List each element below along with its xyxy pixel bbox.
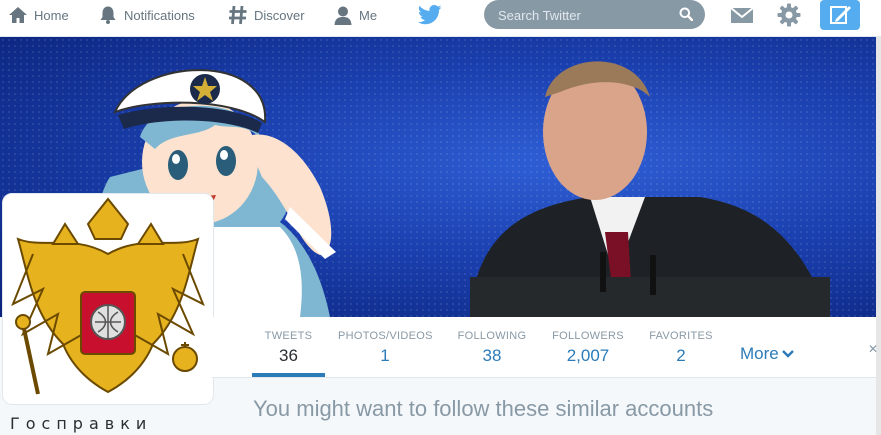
stat-tweets-label: TWEETS [264,330,313,342]
stat-followers-label: FOLLOWERS [552,330,624,342]
stat-photos-videos[interactable]: PHOTOS/VIDEOS 1 [338,317,432,375]
nav-home-label: Home [34,7,69,23]
search-input[interactable] [496,5,670,25]
coat-of-arms-image [11,197,205,395]
stat-following[interactable]: FOLLOWING 38 [455,317,529,375]
stat-tweets-value: 36 [279,346,298,365]
nav-discover-label: Discover [254,7,305,23]
profile-avatar[interactable] [2,193,214,405]
similar-accounts-heading: You might want to follow these similar a… [253,396,714,421]
nav-me-label: Me [359,7,378,23]
profile-display-name[interactable]: Госправки [10,414,152,433]
more-menu-button[interactable]: More [740,344,794,364]
nav-discover[interactable]: Discover [228,0,305,30]
hash-icon [228,5,248,25]
compose-tweet-button[interactable] [820,0,860,30]
stat-following-value: 38 [482,346,502,365]
stat-favorites[interactable]: FAVORITES 2 [646,317,716,375]
profile-stats-bar: TWEETS 36 PHOTOS/VIDEOS 1 FOLLOWING 38 F… [212,317,876,378]
stat-tweets[interactable]: TWEETS 36 [252,317,325,377]
top-navigation-bar: Home Notifications Discover Me [0,0,881,37]
bell-icon [98,5,118,25]
more-label: More [740,344,779,363]
search-box [484,0,705,29]
chevron-down-icon [781,350,794,358]
stat-favorites-value: 2 [676,346,686,365]
nav-notifications-label: Notifications [124,7,195,23]
gear-icon[interactable] [777,3,801,27]
stat-followers[interactable]: FOLLOWERS 2,007 [551,317,625,375]
envelope-icon[interactable] [730,4,754,26]
stat-followers-value: 2,007 [566,346,610,365]
stat-favorites-label: FAVORITES [649,330,713,342]
person-icon [333,5,353,25]
stat-photos-videos-label: PHOTOS/VIDEOS [338,330,433,342]
speaker-photo [470,61,830,317]
page-scrollbar[interactable] [876,37,881,435]
home-icon [8,5,28,25]
compose-tweet-icon [829,4,853,31]
stat-photos-videos-value: 1 [380,346,390,365]
scroll-marker-icon: ✕ [868,342,879,356]
nav-me[interactable]: Me [333,0,377,30]
nav-home[interactable]: Home [8,0,69,30]
search-icon[interactable] [679,7,694,22]
stat-following-label: FOLLOWING [457,330,527,342]
twitter-bird-icon[interactable] [417,4,442,26]
nav-notifications[interactable]: Notifications [98,0,195,30]
